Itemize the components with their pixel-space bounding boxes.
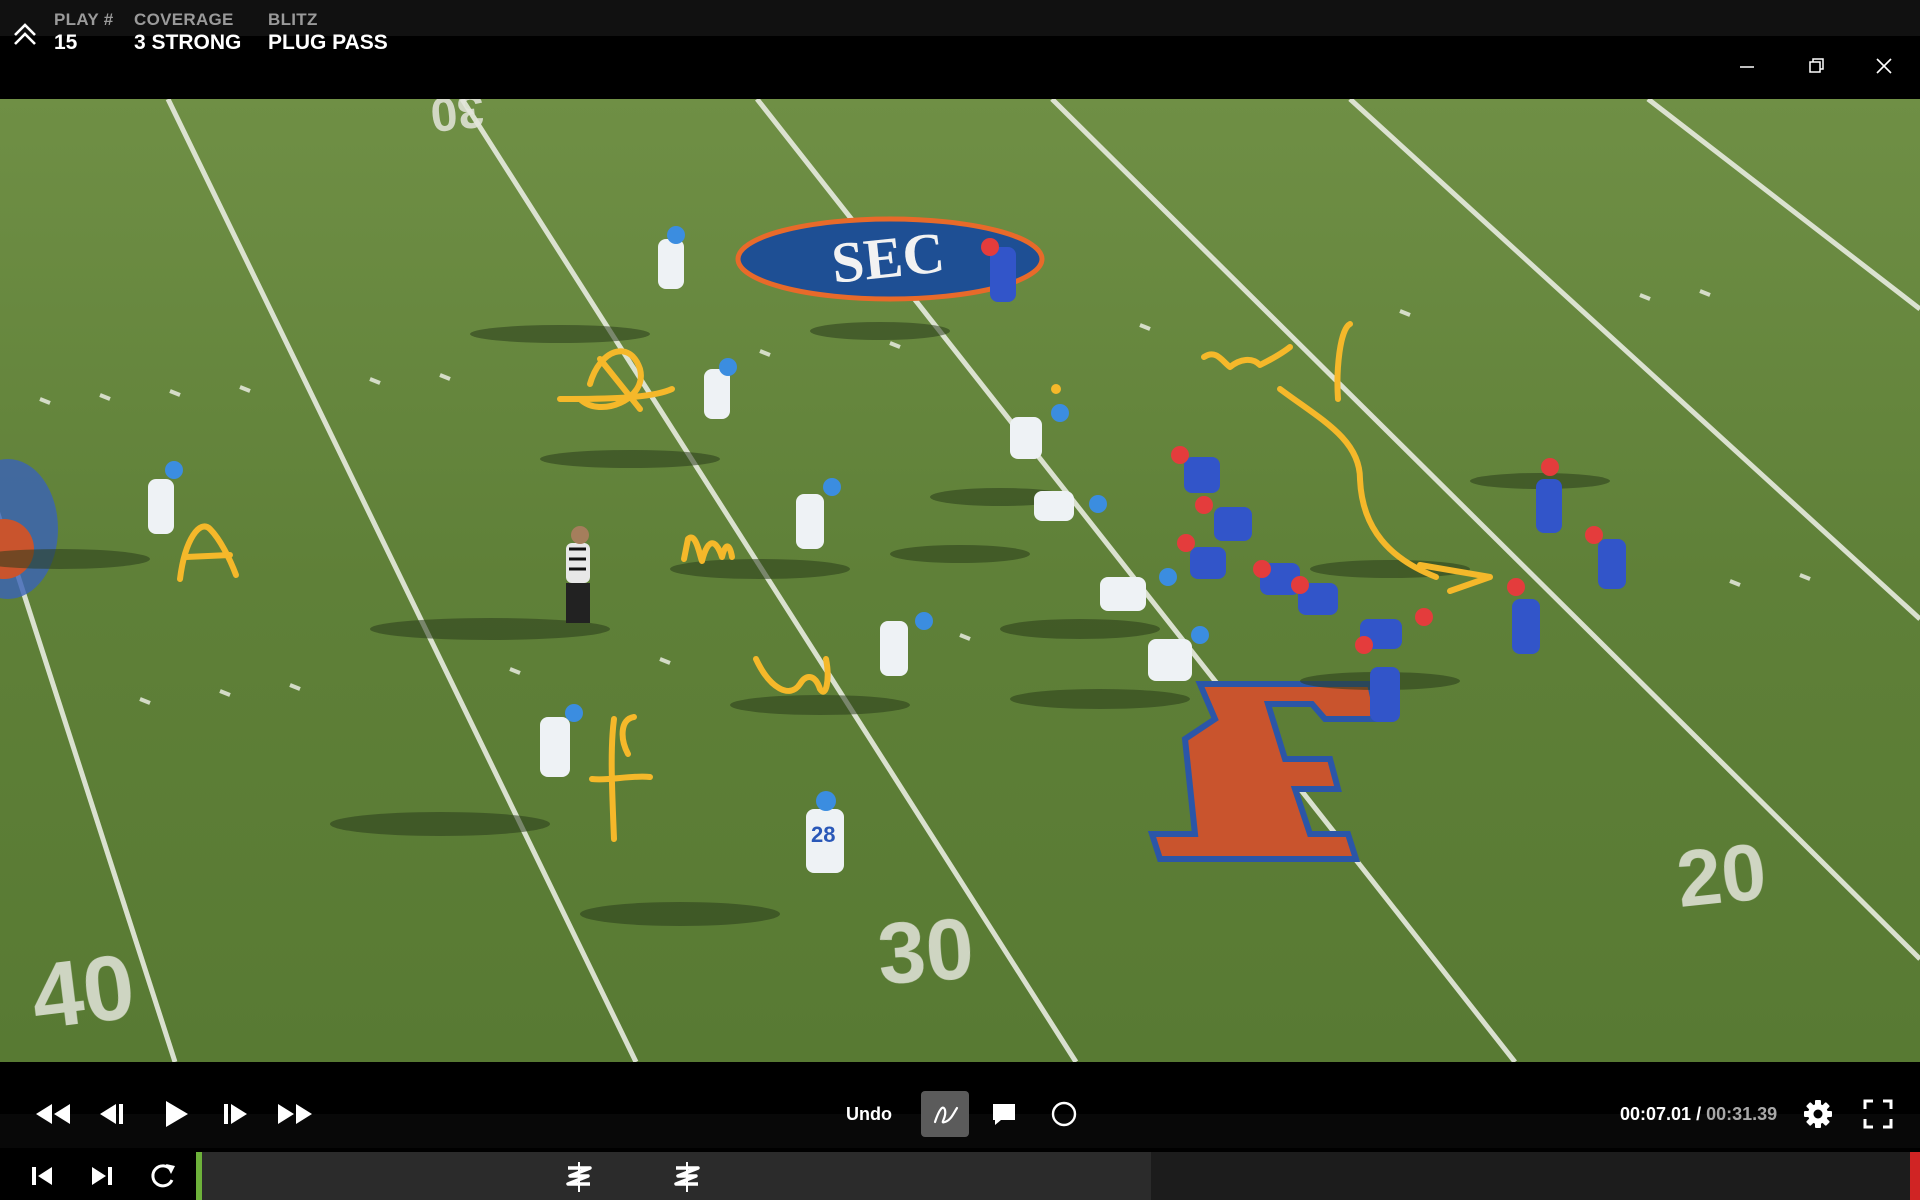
time-display: 00:07.01 / 00:31.39 xyxy=(1620,1104,1777,1125)
video-frame[interactable]: 30 20 10 30 20 40 SEC xyxy=(0,99,1920,1062)
play-number-label: PLAY # xyxy=(54,10,114,29)
rewind-icon[interactable] xyxy=(32,1092,74,1136)
time-separator: / xyxy=(1691,1104,1707,1124)
football-field: 30 20 10 30 20 40 SEC xyxy=(0,99,1920,1062)
timeline-playhead[interactable] xyxy=(196,1152,202,1200)
coverage-label: COVERAGE xyxy=(134,10,234,29)
play-icon[interactable] xyxy=(158,1092,192,1136)
step-back-icon[interactable] xyxy=(94,1092,128,1136)
blitz-value: PLUG PASS xyxy=(268,31,388,54)
fast-forward-icon[interactable] xyxy=(274,1092,316,1136)
svg-text:40: 40 xyxy=(26,935,140,1049)
collapse-chevron-icon[interactable] xyxy=(12,22,38,48)
clip-marker-icon[interactable] xyxy=(560,1154,598,1198)
jersey-number: 28 xyxy=(811,822,835,847)
time-total: 00:31.39 xyxy=(1706,1104,1778,1124)
svg-text:30: 30 xyxy=(428,99,487,141)
step-forward-icon[interactable] xyxy=(218,1092,252,1136)
close-icon[interactable] xyxy=(1870,52,1898,80)
blitz-label: BLITZ xyxy=(268,10,318,29)
coverage: COVERAGE 3 STRONG xyxy=(134,10,241,55)
annotation-dot xyxy=(1051,384,1061,394)
restore-icon[interactable] xyxy=(1802,52,1830,80)
play-number: PLAY # 15 xyxy=(54,10,113,55)
loop-icon[interactable] xyxy=(144,1154,180,1198)
timeline-track-remaining[interactable] xyxy=(1151,1152,1920,1200)
coverage-value: 3 STRONG xyxy=(134,31,242,54)
pen-icon[interactable] xyxy=(925,1092,965,1136)
time-current: 00:07.01 xyxy=(1620,1104,1692,1124)
skip-start-icon[interactable] xyxy=(24,1154,60,1198)
undo-button[interactable]: Undo xyxy=(846,1104,892,1125)
svg-text:SEC: SEC xyxy=(828,219,947,295)
clip-marker-icon[interactable] xyxy=(668,1154,706,1198)
top-bar: PLAY # 15 COVERAGE 3 STRONG BLITZ PLUG P… xyxy=(0,0,1920,99)
fullscreen-icon[interactable] xyxy=(1858,1092,1898,1136)
blitz: BLITZ PLUG PASS xyxy=(268,10,388,55)
svg-text:30: 30 xyxy=(875,901,977,1003)
play-number-value: 15 xyxy=(54,31,78,54)
minimize-icon[interactable] xyxy=(1733,52,1761,80)
svg-text:20: 20 xyxy=(1672,826,1770,924)
comment-icon[interactable] xyxy=(984,1092,1024,1136)
circle-icon[interactable] xyxy=(1044,1092,1084,1136)
skip-end-icon[interactable] xyxy=(84,1154,120,1198)
settings-icon[interactable] xyxy=(1798,1092,1838,1136)
timeline-end-marker xyxy=(1910,1152,1920,1200)
